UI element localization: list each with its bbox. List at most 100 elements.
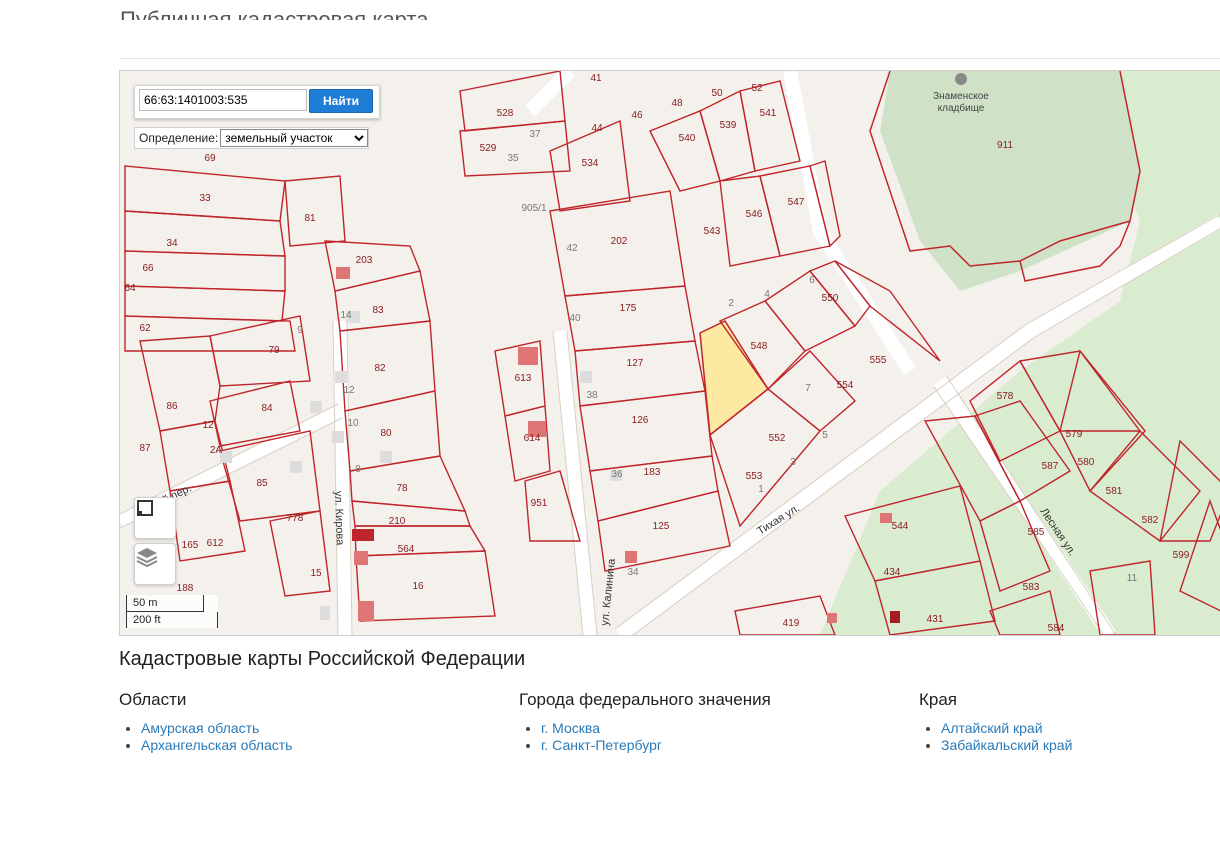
parcel-label: 554 [837,380,854,391]
parcel[interactable] [649,110,721,192]
parcel-label: 210 [389,516,406,527]
parcel-label: 202 [611,236,628,247]
title-divider [120,58,1220,59]
parcel-label: 613 [515,373,532,384]
parcel-label: 62 [139,323,151,334]
parcel-label: 84 [261,403,273,414]
map-canvas[interactable]: 6933346664628120383828078210564167579868… [120,71,1220,635]
parcel-label: 547 [788,197,805,208]
house-number-label: 11 [1127,573,1138,584]
parcel[interactable] [124,285,286,322]
map-scale: 50 m 200 ft [126,595,218,628]
cadastral-map[interactable]: 6933346664628120383828078210564167579868… [119,70,1220,636]
parcel-label: 579 [1066,429,1083,440]
parcel-label: 165 [182,540,199,551]
parcel-label: 34 [166,238,178,249]
parcel[interactable] [734,595,836,635]
parcel[interactable] [124,210,286,257]
page-title: Публичная кадастровая карта [120,7,429,20]
parcel-label: 78 [396,483,408,494]
house-number-label: 10 [347,418,359,429]
parcel-label: 540 [679,133,696,144]
house-number-label: 6 [809,275,815,286]
link-arkhangelsk[interactable]: Архангельская область [141,737,292,753]
parcel-label: 612 [207,538,224,549]
regions-heading: Области [119,690,187,709]
selected-parcel-535[interactable] [699,320,769,437]
link-moscow[interactable]: г. Москва [541,720,600,736]
parcel-label: 87 [139,443,151,454]
parcel-label: 528 [497,108,514,119]
house-number-label: 8 [355,464,361,475]
street-kirova: ул. Кирова [332,491,346,547]
house-number-label: 36 [611,469,623,480]
parcel-label: 431 [927,614,944,625]
parcel-label: 85 [256,478,268,489]
parcel[interactable] [284,175,346,247]
find-button[interactable]: Найти [309,89,373,113]
parcel[interactable] [324,240,421,292]
parcel-label: 543 [704,226,721,237]
parcel-label: 69 [204,153,216,164]
parcel-label: 599 [1173,550,1190,561]
parcel-label: 48 [671,98,683,109]
parcel[interactable] [699,89,756,182]
parcel-label: 64 [124,283,136,294]
house-number-label: 1 [758,484,764,495]
section-title: Кадастровые карты Российской Федерации [119,648,526,670]
parcel-label: 580 [1078,457,1095,468]
house-number-label: 7 [805,383,811,394]
parcel[interactable] [355,550,496,622]
scale-imperial: 200 ft [126,612,218,628]
poi-name-line1: Знаменское [933,91,989,102]
parcel-label: 544 [892,521,909,532]
house-number-label: 905/1 [521,203,546,214]
link-spb[interactable]: г. Санкт-Петербург [541,737,662,753]
house-number-label: 12 [343,385,355,396]
parcel-label: 50 [711,88,723,99]
parcel-label: 911 [997,140,1013,151]
parcel[interactable] [139,335,221,432]
link-altai[interactable]: Алтайский край [941,720,1043,736]
parcel-label: 2А [210,445,223,456]
parcel-label: 44 [591,123,603,134]
parcel[interactable] [564,285,696,352]
fullscreen-icon [137,500,153,516]
parcel[interactable] [351,500,471,527]
parcel-label: 12 [202,420,214,431]
parcel-label: 434 [884,567,901,578]
parcel-label: 541 [760,108,777,119]
parcel-label: 83 [372,305,384,316]
parcel[interactable] [766,350,857,432]
scale-metric: 50 m [126,595,204,612]
parcel-label: 183 [644,467,661,478]
parcel-label: 15 [310,568,322,579]
parcel[interactable] [339,320,436,412]
cadastral-number-input[interactable] [139,89,307,111]
parcel-label: 584 [1048,623,1065,634]
krai-column: Края Алтайский край Забайкальский край [919,690,1219,754]
parcel-label: 548 [751,341,768,352]
parcel-label: 419 [783,618,800,629]
parcel-label: 550 [822,293,839,304]
layers-button[interactable] [134,543,176,585]
parcel[interactable] [589,455,719,522]
parcel-label: 86 [166,401,178,412]
house-number-label: 14 [340,310,352,321]
parcel-label: 578 [997,391,1014,402]
parcel-label: 583 [1023,582,1040,593]
federal-cities-column: Города федерального значения г. Москва г… [519,690,899,754]
house-number-label: 37 [529,129,541,140]
parcel-label: 80 [380,428,392,439]
link-zabaikal[interactable]: Забайкальский край [941,737,1072,753]
layers-icon [136,548,158,568]
parcel-label: 33 [199,193,211,204]
link-amur[interactable]: Амурская область [141,720,259,736]
parcel-label: 553 [746,471,763,482]
fullscreen-button[interactable] [134,497,176,539]
parcel-label: 582 [1142,515,1159,526]
definition-select[interactable]: земельный участок [220,129,369,147]
krai-heading: Края [919,690,958,709]
house-number-label: 42 [566,243,578,254]
parcel-label: 778 [287,513,304,524]
